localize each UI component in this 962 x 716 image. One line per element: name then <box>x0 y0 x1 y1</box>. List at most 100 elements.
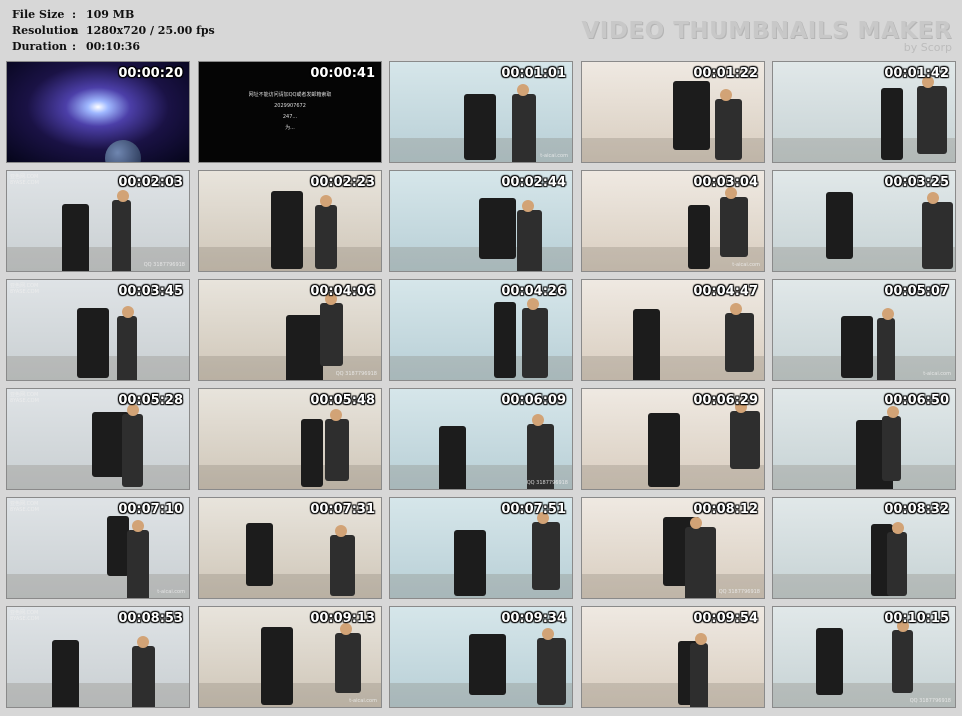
person-figure <box>325 419 349 481</box>
person-figure <box>688 205 710 269</box>
person-figure <box>132 646 155 707</box>
info-value: 109 MB <box>86 8 135 21</box>
head-shape <box>527 298 539 310</box>
timestamp: 00:05:48 <box>310 393 375 408</box>
corner-logo-overlay: t-aicai.com <box>732 262 760 268</box>
thumbnail: t-aicai.com 00:09:13 <box>198 606 382 708</box>
thumbnail: 00:02:44 <box>389 170 573 272</box>
timestamp: 00:06:09 <box>501 393 566 408</box>
person-figure <box>117 316 137 380</box>
person-figure <box>330 535 355 596</box>
head-shape <box>132 520 144 532</box>
info-label: Resolution <box>12 24 79 37</box>
thumbnail: QQ 3187796918 00:08:12 <box>581 497 765 599</box>
person-figure <box>882 416 901 481</box>
file-info: File Size:109 MB Resolution:1280x720 / 25… <box>12 7 215 55</box>
thumbnail: 00:03:25 <box>772 170 956 272</box>
thumbnail: QQ 3187796918 00:06:09 <box>389 388 573 490</box>
thumbnail: 网址不能访问请加QQ或者发邮箱索取 2029907672 247... 为... 00:… <box>198 61 382 163</box>
site-overlay-line: 8YASE.COM <box>10 289 39 295</box>
person-figure <box>469 634 506 695</box>
person-figure <box>107 516 129 576</box>
thumbnail: 00:09:34 <box>389 606 573 708</box>
corner-logo-overlay: QQ 3187796918 <box>909 698 951 704</box>
head-shape <box>720 89 732 101</box>
floor-shape <box>199 465 381 489</box>
corner-logo-overlay: t-aicai.com <box>540 153 568 159</box>
timestamp: 00:05:07 <box>884 284 949 299</box>
info-row: Duration:00:10:36 <box>12 39 215 55</box>
head-shape <box>137 636 149 648</box>
head-shape <box>330 409 342 421</box>
timestamp: 00:08:32 <box>884 502 949 517</box>
thumbnail: 00:06:29 <box>581 388 765 490</box>
thumbnail: t-aicai.com 00:01:01 <box>389 61 573 163</box>
floor-shape <box>7 683 189 707</box>
head-shape <box>522 200 534 212</box>
watermark-title: VIDEO THUMBNAILS MAKER <box>581 18 952 44</box>
floor-shape <box>582 683 764 707</box>
person-figure <box>454 530 486 596</box>
thumbnail: 00:04:26 <box>389 279 573 381</box>
timestamp: 00:09:54 <box>693 611 758 626</box>
site-overlay-line: 8YASE.COM <box>10 507 39 513</box>
timestamp: 00:00:20 <box>118 66 183 81</box>
thumbnail: t-aicai.com 00:05:07 <box>772 279 956 381</box>
timestamp: 00:02:03 <box>118 175 183 190</box>
person-figure <box>517 210 542 271</box>
person-figure <box>690 643 708 707</box>
thumbnail: 00:01:22 <box>581 61 765 163</box>
thumbnail: 00:06:50 <box>772 388 956 490</box>
timestamp: 00:02:44 <box>501 175 566 190</box>
person-figure <box>464 94 496 160</box>
person-figure <box>122 414 143 487</box>
planet-shape <box>105 140 141 162</box>
person-figure <box>673 81 710 150</box>
person-figure <box>494 302 516 378</box>
person-figure <box>887 532 907 596</box>
thumbnail: 00:01:42 <box>772 61 956 163</box>
info-separator: : <box>72 8 77 21</box>
head-shape <box>117 190 129 202</box>
thumbnail: 亚色网.COM 8YASE.COM 00:03:45 <box>6 279 190 381</box>
timestamp: 00:08:53 <box>118 611 183 626</box>
timestamp: 00:09:13 <box>310 611 375 626</box>
thumbnail: 00:08:32 <box>772 497 956 599</box>
head-shape <box>517 84 529 96</box>
site-overlay: 亚色网.COM 8YASE.COM <box>10 283 39 295</box>
black-frame-line: 网址不能访问请加QQ或者发邮箱索取 <box>248 92 332 98</box>
head-shape <box>927 192 939 204</box>
corner-logo-overlay: t-aicai.com <box>349 698 377 704</box>
person-figure <box>112 200 131 271</box>
person-figure <box>77 308 109 378</box>
person-figure <box>246 523 273 586</box>
thumbnail-grid: 00:00:20 网址不能访问请加QQ或者发邮箱索取 2029907672 247..… <box>6 61 956 711</box>
person-figure <box>685 527 716 598</box>
info-separator: : <box>72 24 77 37</box>
head-shape <box>542 628 554 640</box>
corner-logo-overlay: QQ 3187796918 <box>526 480 568 486</box>
person-figure <box>261 627 293 705</box>
person-figure <box>62 204 89 271</box>
person-figure <box>512 94 536 162</box>
person-figure <box>877 318 895 380</box>
person-figure <box>725 313 754 372</box>
watermark: VIDEO THUMBNAILS MAKER by Scorp <box>581 18 952 54</box>
site-overlay: 亚色网.COM 8YASE.COM <box>10 501 39 513</box>
timestamp: 00:06:50 <box>884 393 949 408</box>
head-shape <box>695 633 707 645</box>
info-separator: : <box>72 40 77 53</box>
person-figure <box>648 413 680 487</box>
corner-logo-overlay: QQ 3187796918 <box>335 371 377 377</box>
person-figure <box>537 638 566 705</box>
thumbnail: QQ 3187796918 00:04:06 <box>198 279 382 381</box>
person-figure <box>320 303 343 366</box>
head-shape <box>320 195 332 207</box>
head-shape <box>882 308 894 320</box>
thumbnail: 亚色网.COM 8YASE.COM 00:08:53 <box>6 606 190 708</box>
timestamp: 00:03:45 <box>118 284 183 299</box>
timestamp: 00:08:12 <box>693 502 758 517</box>
timestamp: 00:00:41 <box>310 66 375 81</box>
person-figure <box>922 202 953 269</box>
person-figure <box>315 205 337 269</box>
